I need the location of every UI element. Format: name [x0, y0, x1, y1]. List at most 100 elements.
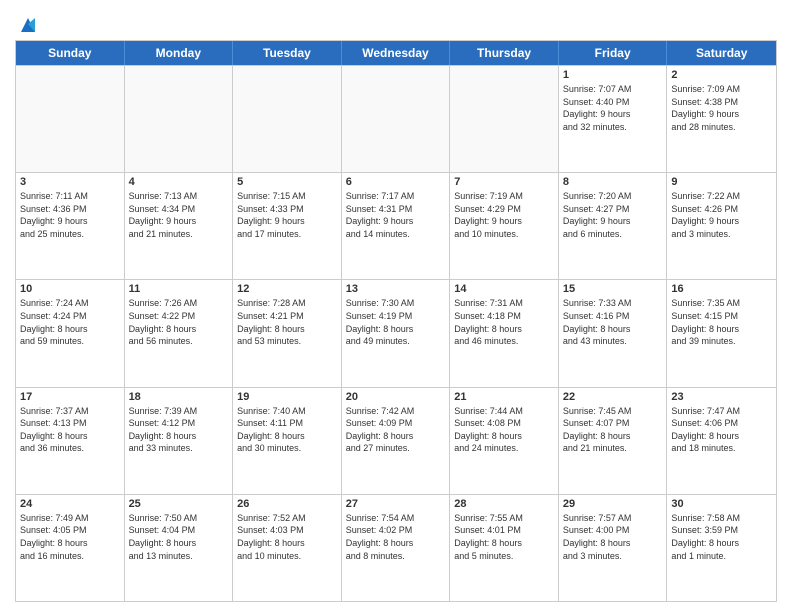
day-number: 14	[454, 283, 554, 295]
day-cell-30: 30 Sunrise: 7:58 AM Sunset: 3:59 PM Dayli…	[667, 495, 776, 601]
day-info: Sunrise: 7:11 AM Sunset: 4:36 PM Dayligh…	[20, 190, 120, 240]
day-number: 20	[346, 391, 446, 403]
empty-cell	[233, 66, 342, 172]
day-cell-28: 28Sunrise: 7:55 AM Sunset: 4:01 PM Dayli…	[450, 495, 559, 601]
day-cell-29: 29 Sunrise: 7:57 AM Sunset: 4:00 PM Dayli…	[559, 495, 668, 601]
calendar-header: SundayMondayTuesdayWednesdayThursdayFrid…	[16, 41, 776, 65]
day-info: Sunrise: 7:19 AM Sunset: 4:29 PM Dayligh…	[454, 190, 554, 240]
empty-cell	[16, 66, 125, 172]
day-cell-20: 20 Sunrise: 7:42 AM Sunset: 4:09 PM Dayli…	[342, 388, 451, 494]
day-cell-6: 6 Sunrise: 7:17 AM Sunset: 4:31 PM Daylig…	[342, 173, 451, 279]
day-cell-18: 18Sunrise: 7:39 AM Sunset: 4:12 PM Dayli…	[125, 388, 234, 494]
day-info: Sunrise: 7:28 AM Sunset: 4:21 PM Dayligh…	[237, 297, 337, 347]
week-row-3: 10 Sunrise: 7:24 AM Sunset: 4:24 PM Dayli…	[16, 279, 776, 386]
week-row-2: 3 Sunrise: 7:11 AM Sunset: 4:36 PM Daylig…	[16, 172, 776, 279]
day-cell-21: 21 Sunrise: 7:44 AM Sunset: 4:08 PM Dayli…	[450, 388, 559, 494]
day-number: 4	[129, 176, 229, 188]
day-number: 24	[20, 498, 120, 510]
day-info: Sunrise: 7:44 AM Sunset: 4:08 PM Dayligh…	[454, 405, 554, 455]
day-cell-11: 11Sunrise: 7:26 AM Sunset: 4:22 PM Dayli…	[125, 280, 234, 386]
day-number: 3	[20, 176, 120, 188]
day-number: 27	[346, 498, 446, 510]
day-cell-7: 7 Sunrise: 7:19 AM Sunset: 4:29 PM Daylig…	[450, 173, 559, 279]
day-number: 21	[454, 391, 554, 403]
empty-cell	[450, 66, 559, 172]
day-cell-16: 16Sunrise: 7:35 AM Sunset: 4:15 PM Dayli…	[667, 280, 776, 386]
day-info: Sunrise: 7:20 AM Sunset: 4:27 PM Dayligh…	[563, 190, 663, 240]
day-info: Sunrise: 7:24 AM Sunset: 4:24 PM Dayligh…	[20, 297, 120, 347]
logo	[15, 14, 39, 34]
day-number: 26	[237, 498, 337, 510]
day-number: 12	[237, 283, 337, 295]
week-row-5: 24 Sunrise: 7:49 AM Sunset: 4:05 PM Dayli…	[16, 494, 776, 601]
day-number: 7	[454, 176, 554, 188]
day-info: Sunrise: 7:40 AM Sunset: 4:11 PM Dayligh…	[237, 405, 337, 455]
week-row-1: 1 Sunrise: 7:07 AM Sunset: 4:40 PM Daylig…	[16, 65, 776, 172]
day-info: Sunrise: 7:54 AM Sunset: 4:02 PM Dayligh…	[346, 512, 446, 562]
day-number: 17	[20, 391, 120, 403]
header-sunday: Sunday	[16, 41, 125, 65]
day-info: Sunrise: 7:22 AM Sunset: 4:26 PM Dayligh…	[671, 190, 772, 240]
empty-cell	[125, 66, 234, 172]
day-number: 16	[671, 283, 772, 295]
day-number: 19	[237, 391, 337, 403]
day-number: 30	[671, 498, 772, 510]
day-info: Sunrise: 7:30 AM Sunset: 4:19 PM Dayligh…	[346, 297, 446, 347]
header-saturday: Saturday	[667, 41, 776, 65]
day-cell-10: 10 Sunrise: 7:24 AM Sunset: 4:24 PM Dayli…	[16, 280, 125, 386]
week-row-4: 17 Sunrise: 7:37 AM Sunset: 4:13 PM Dayli…	[16, 387, 776, 494]
day-info: Sunrise: 7:09 AM Sunset: 4:38 PM Dayligh…	[671, 83, 772, 133]
day-number: 22	[563, 391, 663, 403]
day-cell-25: 25 Sunrise: 7:50 AM Sunset: 4:04 PM Dayli…	[125, 495, 234, 601]
day-number: 6	[346, 176, 446, 188]
day-cell-27: 27 Sunrise: 7:54 AM Sunset: 4:02 PM Dayli…	[342, 495, 451, 601]
empty-cell	[342, 66, 451, 172]
day-info: Sunrise: 7:49 AM Sunset: 4:05 PM Dayligh…	[20, 512, 120, 562]
day-number: 25	[129, 498, 229, 510]
day-cell-24: 24 Sunrise: 7:49 AM Sunset: 4:05 PM Dayli…	[16, 495, 125, 601]
day-info: Sunrise: 7:17 AM Sunset: 4:31 PM Dayligh…	[346, 190, 446, 240]
day-number: 5	[237, 176, 337, 188]
day-info: Sunrise: 7:39 AM Sunset: 4:12 PM Dayligh…	[129, 405, 229, 455]
day-cell-23: 23 Sunrise: 7:47 AM Sunset: 4:06 PM Dayli…	[667, 388, 776, 494]
day-info: Sunrise: 7:42 AM Sunset: 4:09 PM Dayligh…	[346, 405, 446, 455]
header-wednesday: Wednesday	[342, 41, 451, 65]
day-cell-3: 3 Sunrise: 7:11 AM Sunset: 4:36 PM Daylig…	[16, 173, 125, 279]
day-info: Sunrise: 7:26 AM Sunset: 4:22 PM Dayligh…	[129, 297, 229, 347]
header-monday: Monday	[125, 41, 234, 65]
day-number: 1	[563, 69, 663, 81]
day-info: Sunrise: 7:13 AM Sunset: 4:34 PM Dayligh…	[129, 190, 229, 240]
day-info: Sunrise: 7:07 AM Sunset: 4:40 PM Dayligh…	[563, 83, 663, 133]
day-cell-17: 17 Sunrise: 7:37 AM Sunset: 4:13 PM Dayli…	[16, 388, 125, 494]
calendar-body: 1 Sunrise: 7:07 AM Sunset: 4:40 PM Daylig…	[16, 65, 776, 601]
day-info: Sunrise: 7:47 AM Sunset: 4:06 PM Dayligh…	[671, 405, 772, 455]
day-number: 2	[671, 69, 772, 81]
day-info: Sunrise: 7:58 AM Sunset: 3:59 PM Dayligh…	[671, 512, 772, 562]
day-info: Sunrise: 7:55 AM Sunset: 4:01 PM Dayligh…	[454, 512, 554, 562]
day-info: Sunrise: 7:57 AM Sunset: 4:00 PM Dayligh…	[563, 512, 663, 562]
day-info: Sunrise: 7:31 AM Sunset: 4:18 PM Dayligh…	[454, 297, 554, 347]
day-number: 10	[20, 283, 120, 295]
day-cell-1: 1 Sunrise: 7:07 AM Sunset: 4:40 PM Daylig…	[559, 66, 668, 172]
day-cell-19: 19 Sunrise: 7:40 AM Sunset: 4:11 PM Dayli…	[233, 388, 342, 494]
day-number: 29	[563, 498, 663, 510]
day-info: Sunrise: 7:15 AM Sunset: 4:33 PM Dayligh…	[237, 190, 337, 240]
day-cell-26: 26 Sunrise: 7:52 AM Sunset: 4:03 PM Dayli…	[233, 495, 342, 601]
day-cell-13: 13 Sunrise: 7:30 AM Sunset: 4:19 PM Dayli…	[342, 280, 451, 386]
day-info: Sunrise: 7:52 AM Sunset: 4:03 PM Dayligh…	[237, 512, 337, 562]
calendar: SundayMondayTuesdayWednesdayThursdayFrid…	[15, 40, 777, 602]
page-header	[15, 10, 777, 34]
day-info: Sunrise: 7:45 AM Sunset: 4:07 PM Dayligh…	[563, 405, 663, 455]
day-info: Sunrise: 7:50 AM Sunset: 4:04 PM Dayligh…	[129, 512, 229, 562]
day-info: Sunrise: 7:37 AM Sunset: 4:13 PM Dayligh…	[20, 405, 120, 455]
day-cell-2: 2 Sunrise: 7:09 AM Sunset: 4:38 PM Daylig…	[667, 66, 776, 172]
header-thursday: Thursday	[450, 41, 559, 65]
day-number: 13	[346, 283, 446, 295]
day-cell-9: 9Sunrise: 7:22 AM Sunset: 4:26 PM Daylig…	[667, 173, 776, 279]
logo-icon	[17, 14, 39, 36]
day-number: 23	[671, 391, 772, 403]
day-cell-8: 8Sunrise: 7:20 AM Sunset: 4:27 PM Daylig…	[559, 173, 668, 279]
day-cell-12: 12 Sunrise: 7:28 AM Sunset: 4:21 PM Dayli…	[233, 280, 342, 386]
day-cell-22: 22 Sunrise: 7:45 AM Sunset: 4:07 PM Dayli…	[559, 388, 668, 494]
header-tuesday: Tuesday	[233, 41, 342, 65]
